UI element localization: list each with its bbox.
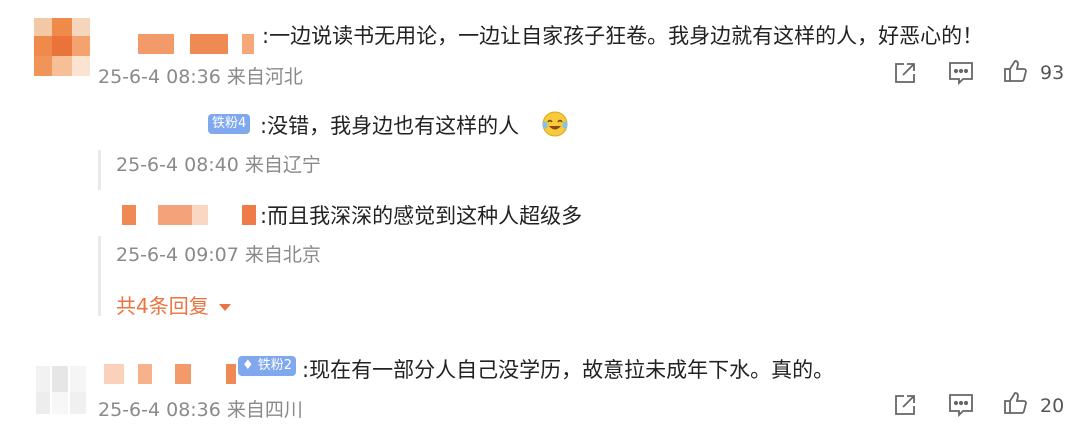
comment-text: :现在有一部分人自己没学历，故意拉未成年下水。真的。 [302, 358, 835, 382]
like-count: 93 [1040, 62, 1065, 84]
comment-icon[interactable] [947, 60, 975, 90]
diamond-icon: ♦ [242, 358, 254, 373]
comment-icon[interactable] [947, 392, 975, 422]
like-count: 20 [1040, 395, 1065, 417]
name-block [242, 205, 256, 225]
avatar[interactable] [34, 18, 90, 76]
name-block [192, 205, 208, 225]
fan-badge: ♦ 铁粉2 [238, 356, 297, 376]
avatar[interactable] [34, 366, 90, 418]
more-replies-link[interactable]: 共4条回复 [116, 290, 232, 319]
name-block [190, 34, 228, 54]
name-block [138, 34, 174, 54]
name-block [122, 205, 136, 225]
reply-meta: 25-6-4 08:40 来自辽宁 [116, 154, 321, 176]
share-icon[interactable] [892, 60, 918, 90]
name-block [138, 364, 152, 384]
like-icon[interactable] [1002, 390, 1028, 420]
comment-text: :一边说读书无用论，一边让自家孩子狂卷。我身边就有这样的人，好恶心的！ [262, 24, 984, 48]
avatar-mosaic [34, 366, 90, 418]
name-block [158, 205, 192, 225]
thread-line [98, 150, 101, 190]
comment-meta: 25-6-4 08:36 来自四川 [98, 399, 303, 421]
fan-badge: 铁粉4 [208, 114, 251, 134]
thread-line [98, 236, 101, 316]
reply-meta: 25-6-4 09:07 来自北京 [116, 244, 321, 266]
name-block [226, 364, 236, 384]
more-replies-label: 共4条回复 [116, 294, 209, 318]
reply-text: :而且我深深的感觉到这种人超级多 [260, 204, 583, 228]
laugh-cry-emoji [540, 110, 570, 142]
share-icon[interactable] [892, 392, 918, 422]
like-icon[interactable] [1002, 58, 1028, 88]
name-block [104, 364, 124, 384]
avatar-mosaic [34, 18, 90, 76]
name-block [242, 34, 254, 54]
reply-text: :没错，我身边也有这样的人 [260, 114, 520, 138]
fan-badge-label: 铁粉2 [257, 358, 293, 373]
comment-meta: 25-6-4 08:36 来自河北 [98, 66, 303, 88]
name-block [175, 364, 191, 384]
caret-down-icon [219, 304, 232, 311]
